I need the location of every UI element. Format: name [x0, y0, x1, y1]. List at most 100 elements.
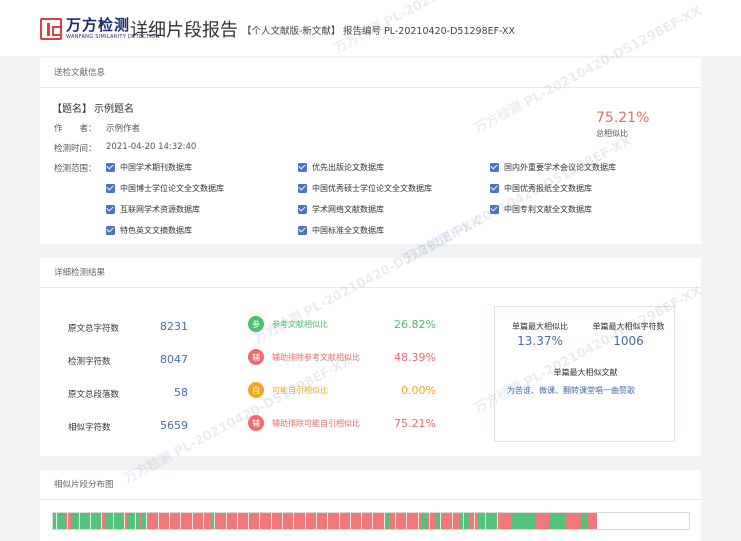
segment-divider — [440, 513, 442, 529]
database-name: 中国优秀报纸全文数据库 — [504, 184, 592, 193]
checkbox-checked-icon — [490, 184, 499, 193]
metric-row: 自可能自引相似比 — [248, 382, 328, 398]
reference-segment[interactable] — [510, 513, 537, 529]
stat-label: 检测字符数 — [68, 357, 111, 367]
segment-divider — [146, 513, 148, 529]
segment-divider — [157, 513, 159, 529]
reference-segment[interactable] — [105, 513, 123, 529]
similar-segment[interactable] — [564, 513, 581, 529]
max-chars-value: 1006 — [613, 334, 644, 348]
distribution-card: 相似片段分布图 — [40, 470, 701, 541]
time-value: 2021-04-20 14:32:40 — [106, 142, 197, 152]
database-item: 中国优秀硕士学位论文全文数据库 — [298, 183, 432, 194]
similar-segment[interactable] — [536, 513, 550, 529]
metric-value: 0.00% — [401, 384, 436, 397]
segment-divider — [282, 513, 283, 529]
reference-segment[interactable] — [460, 513, 470, 529]
segment-divider — [169, 513, 170, 529]
reference-segment[interactable] — [53, 513, 67, 529]
segment-divider — [417, 513, 419, 529]
checkbox-checked-icon — [106, 184, 115, 193]
database-item: 特色英文文摘数据库 — [106, 225, 192, 236]
stat-label: 原文总字符数 — [68, 324, 120, 334]
segment-divider — [485, 513, 487, 529]
stat-value: 5659 — [160, 419, 188, 432]
database-name: 中国学术期刊数据库 — [120, 163, 192, 172]
segment-divider — [395, 513, 396, 529]
similar-segment[interactable] — [351, 513, 385, 529]
max-similarity-box: 单篇最大相似比 13.37% 单篇最大相似字符数 1006 单篇最大相似文献 为… — [494, 306, 675, 442]
database-name: 中国优秀硕士学位论文全文数据库 — [312, 184, 432, 193]
similar-segment[interactable] — [498, 513, 511, 529]
database-item: 国内外重要学术会议论文数据库 — [490, 162, 616, 173]
database-item: 互联网学术资源数据库 — [106, 204, 200, 215]
segment-divider — [361, 513, 363, 529]
reference-segment[interactable] — [127, 513, 139, 529]
max-similarity-value: 13.37% — [517, 334, 563, 348]
metric-badge-icon: 自 — [248, 382, 264, 398]
database-name: 优先出版论文数据库 — [312, 163, 384, 172]
title-label: 【题名】 — [52, 104, 92, 115]
similar-segment[interactable] — [587, 513, 598, 529]
author-value: 示例作者 — [106, 124, 141, 134]
similarity-distribution-bar — [52, 512, 690, 530]
reference-segment[interactable] — [70, 513, 101, 529]
database-name: 中国博士学位论文全文数据库 — [120, 184, 224, 193]
reference-segment[interactable] — [549, 513, 565, 529]
time-label: 检测时间： — [54, 144, 97, 154]
metric-label: 可能自引相似比 — [272, 385, 328, 395]
segment-divider — [225, 513, 227, 529]
metric-label: 参考文献相似比 — [272, 319, 328, 329]
metric-badge-icon: 辅 — [248, 415, 264, 431]
segment-divider — [248, 513, 250, 529]
title-value: 示例题名 — [94, 104, 134, 115]
segment-divider — [406, 513, 408, 529]
database-item: 优先出版论文数据库 — [298, 162, 384, 173]
database-name: 特色英文文摘数据库 — [120, 226, 192, 235]
segment-divider — [349, 513, 351, 529]
segment-divider — [214, 513, 216, 529]
section-title: 详细检测结果 — [40, 258, 701, 288]
segment-divider — [236, 513, 238, 529]
segment-divider — [78, 513, 80, 529]
segment-divider — [270, 513, 272, 529]
segment-divider — [180, 513, 182, 529]
report-header: 万方检测 WANFANG SIMILARITY DETECTION 详细片段报告… — [0, 0, 741, 56]
stat-value: 58 — [174, 386, 188, 399]
wanfang-logo-icon — [40, 18, 62, 40]
max-similarity-label: 单篇最大相似比 — [512, 322, 568, 331]
database-item: 中国标准全文数据库 — [298, 225, 384, 236]
database-item: 中国博士学位论文全文数据库 — [106, 183, 224, 194]
checkbox-checked-icon — [298, 205, 307, 214]
author-label: 作 者： — [54, 124, 97, 134]
database-name: 中国标准全文数据库 — [312, 226, 384, 235]
reference-segment[interactable] — [477, 513, 499, 529]
segment-divider — [383, 513, 385, 529]
detail-result-card: 详细检测结果 原文总字符数 8231 检测字符数 8047 原文总段落数 58 相似字符数 5… — [40, 258, 701, 456]
segment-divider — [101, 513, 103, 529]
segment-divider — [338, 513, 340, 529]
segment-divider — [327, 513, 329, 529]
checkbox-checked-icon — [298, 226, 307, 235]
segment-divider — [496, 513, 498, 529]
segment-divider — [315, 513, 317, 529]
database-item: 中国学术期刊数据库 — [106, 162, 192, 173]
max-doc-link[interactable]: 为苦谁、微课、翻转课堂唱一曲赞歌 — [507, 385, 635, 396]
segment-divider — [372, 513, 374, 529]
document-info-card: 送检文献信息 【题名】 示例题名 作 者： 示例作者 检测时间： 2021-04… — [40, 58, 701, 244]
segment-divider — [67, 513, 69, 529]
scope-label: 检测范围： — [54, 164, 97, 174]
metric-value: 75.21% — [394, 417, 436, 430]
database-name: 中国专利文献全文数据库 — [504, 205, 592, 214]
report-edition: 【个人文献版-新文献】 — [242, 26, 341, 37]
section-title: 相似片段分布图 — [40, 470, 701, 500]
database-item: 学术网络文献数据库 — [298, 204, 384, 215]
section-title: 送检文献信息 — [40, 58, 701, 88]
max-chars-label: 单篇最大相似字符数 — [592, 322, 665, 331]
metric-row: 辅辅助排除参考文献相似比 — [248, 349, 360, 365]
segment-divider — [428, 513, 430, 529]
checkbox-checked-icon — [298, 163, 307, 172]
database-name: 互联网学术资源数据库 — [120, 205, 200, 214]
segment-divider — [451, 513, 453, 529]
database-item: 中国专利文献全文数据库 — [490, 204, 592, 215]
